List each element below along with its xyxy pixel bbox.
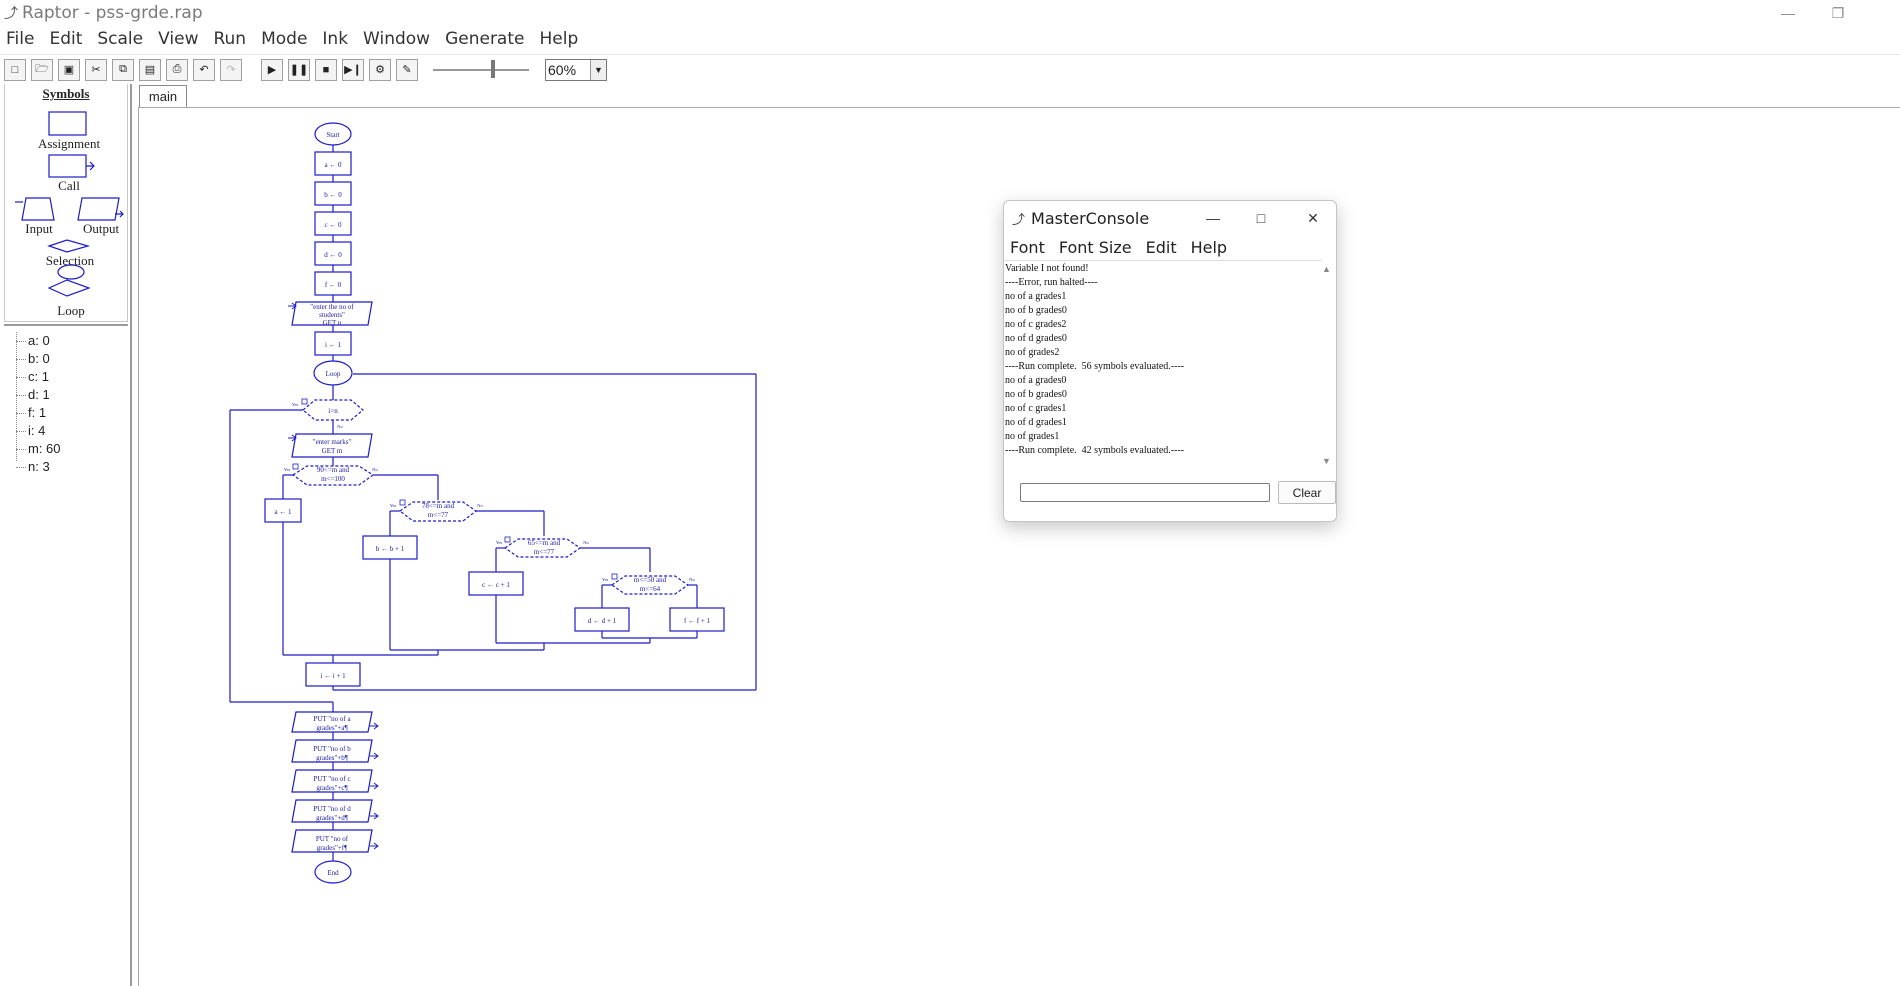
yes-label: Yes — [390, 503, 397, 508]
flow-text: GET n — [323, 319, 342, 327]
flow-text: d ← d + 1 — [588, 617, 617, 625]
console-line: no of a grades0 — [1005, 375, 1067, 386]
no-label: No — [337, 424, 343, 429]
console-menu-font-size[interactable]: Font Size — [1059, 238, 1132, 257]
flow-text: grades"+c¶ — [316, 784, 348, 792]
yes-label: Yes — [284, 467, 291, 472]
flow-text: i ← 1 — [325, 341, 341, 349]
flow-text: c ← c + 1 — [482, 581, 510, 589]
flow-text: "enter marks" — [313, 438, 352, 446]
flow-text: PUT "no of c — [313, 775, 350, 783]
no-label: No — [477, 503, 483, 508]
scroll-up-icon[interactable]: ▲ — [1322, 264, 1331, 274]
console-title: MasterConsole — [1031, 208, 1150, 228]
loop-label-text: Loop — [326, 370, 341, 378]
raptor-app-icon: ⤴ — [1012, 211, 1026, 227]
flow-text: grades"+d¶ — [316, 814, 349, 822]
flow-text: PUT "no of — [316, 835, 349, 843]
yes-label: Yes — [496, 540, 503, 545]
console-line: ----Error, run halted---- — [1005, 277, 1098, 288]
maximize-icon[interactable]: □ — [1238, 201, 1284, 235]
console-menu-bar: Font Font Size Edit Help — [1004, 235, 1336, 259]
console-line: no of b grades0 — [1005, 305, 1067, 316]
close-icon[interactable]: ✕ — [1290, 201, 1336, 235]
flow-text: grades"+f¶ — [317, 844, 348, 852]
yes-label: Yes — [602, 577, 609, 582]
console-line: no of grades1 — [1005, 431, 1060, 442]
flow-text: f ← f + 1 — [684, 617, 711, 625]
console-scrollbar[interactable]: ▲ ▼ — [1320, 260, 1334, 468]
console-line: no of b grades0 — [1005, 389, 1067, 400]
console-line: ----Run complete. 42 symbols evaluated.-… — [1005, 445, 1185, 456]
console-line: Variable I not found! — [1005, 263, 1089, 274]
flow-text: m<=77 — [534, 548, 555, 556]
console-output[interactable]: Variable I not found! ----Error, run hal… — [1004, 260, 1322, 468]
console-line: no of grades2 — [1005, 347, 1060, 358]
flow-text: PUT "no of a — [313, 715, 351, 723]
flow-text: i ← i + 1 — [320, 672, 346, 680]
flow-text: c ← 0 — [324, 221, 342, 229]
console-command-input[interactable] — [1020, 483, 1270, 502]
clear-button[interactable]: Clear — [1278, 481, 1336, 504]
flow-text: b ← b + 1 — [376, 545, 405, 553]
flow-text: i>n — [328, 407, 338, 415]
flow-text: grades"+a¶ — [316, 724, 348, 732]
flow-text: a ← 1 — [274, 508, 292, 516]
console-menu-help[interactable]: Help — [1191, 238, 1227, 257]
flow-text: PUT "no of b — [313, 745, 351, 753]
console-line: no of c grades1 — [1005, 403, 1067, 414]
console-title-bar[interactable]: ⤴ MasterConsole — □ ✕ — [1004, 201, 1336, 235]
console-line: no of d grades1 — [1005, 417, 1067, 428]
console-line: no of c grades2 — [1005, 319, 1067, 330]
flow-text: a ← 0 — [324, 161, 342, 169]
console-line: no of a grades1 — [1005, 291, 1067, 302]
no-label: No — [689, 577, 695, 582]
flow-text: "enter the no of — [310, 303, 354, 311]
flow-text: b ← 0 — [324, 191, 342, 199]
flow-text: f ← 0 — [325, 281, 342, 289]
flow-text: GET m — [322, 447, 343, 455]
flow-text: m<=64 — [640, 585, 661, 593]
flow-text: m<=77 — [428, 511, 449, 519]
flow-text: m<=50 and — [634, 576, 667, 584]
flow-text: m<=100 — [321, 475, 345, 483]
flow-text: students" — [319, 311, 345, 319]
start-label: Start — [326, 131, 339, 139]
flow-text: 65<=m and — [528, 539, 561, 547]
console-menu-font[interactable]: Font — [1010, 238, 1045, 257]
console-line: ----Run complete. 56 symbols evaluated.-… — [1005, 361, 1185, 372]
no-label: No — [583, 540, 589, 545]
flow-text: d ← 0 — [324, 251, 342, 259]
flow-text: grades"+b¶ — [316, 754, 349, 762]
yes-label: Yes — [292, 402, 299, 407]
flowchart-diagram: Start a ← 0 b ← 0 c ← 0 d ← 0 f ← 0 "ent… — [229, 122, 757, 884]
master-console-window: ⤴ MasterConsole — □ ✕ Font Font Size Edi… — [1003, 200, 1337, 522]
flow-text: 90<=m and — [317, 466, 350, 474]
console-menu-edit[interactable]: Edit — [1146, 238, 1177, 257]
scroll-down-icon[interactable]: ▼ — [1322, 456, 1331, 466]
flow-text: 78<=m and — [422, 502, 455, 510]
minimize-icon[interactable]: — — [1190, 201, 1236, 235]
flow-text: PUT "no of d — [313, 805, 351, 813]
end-label: End — [327, 869, 339, 877]
no-label: No — [372, 467, 378, 472]
console-line: no of d grades0 — [1005, 333, 1067, 344]
